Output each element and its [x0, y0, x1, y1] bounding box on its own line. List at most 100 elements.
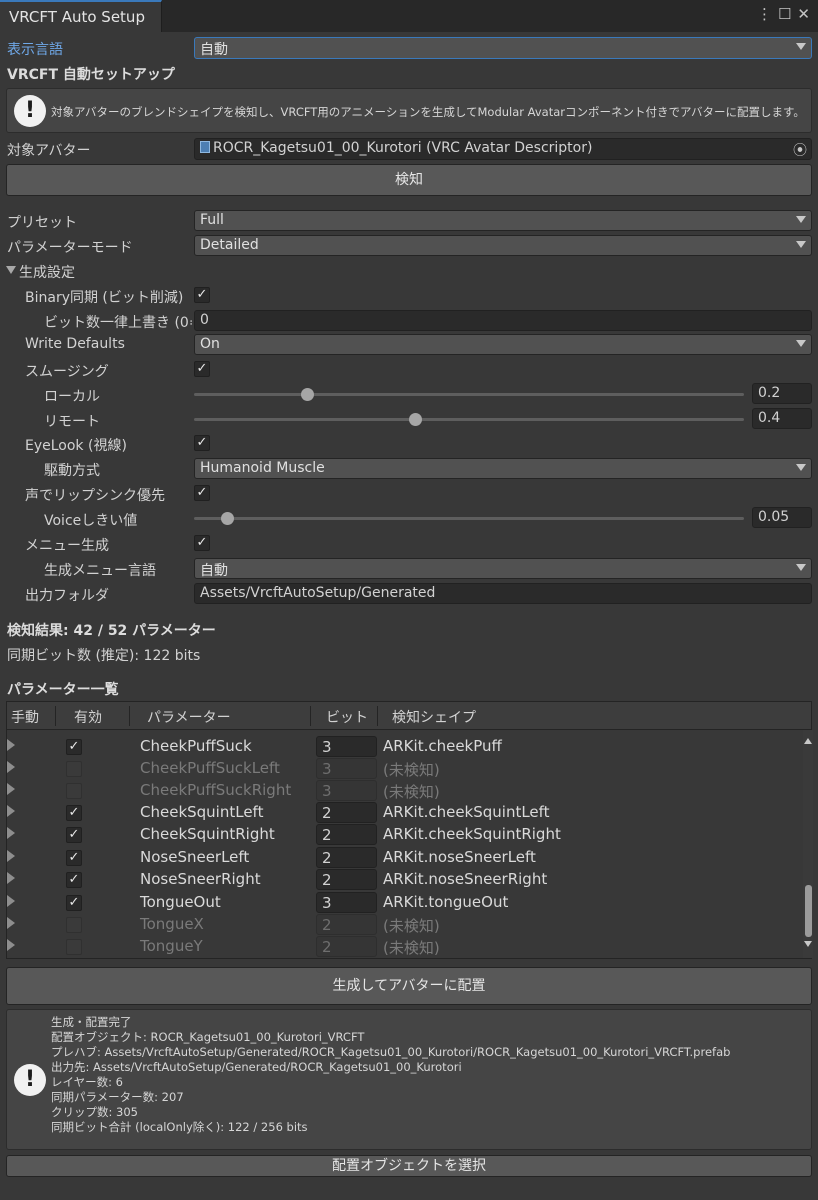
- menu-lang-dropdown[interactable]: 自動: [194, 558, 812, 579]
- row-detected-shape: ARKit.noseSneerRight: [383, 870, 548, 888]
- row-bits-field[interactable]: 3: [316, 736, 377, 757]
- log-line: 配置オブジェクト: ROCR_Kagetsu01_00_Kurotori_VRC…: [51, 1030, 365, 1044]
- row-bits-field[interactable]: 2: [316, 847, 377, 868]
- select-placed-object-button[interactable]: 配置オブジェクトを選択: [6, 1155, 812, 1177]
- row-enabled-checkbox[interactable]: ✓: [66, 895, 82, 911]
- remote-slider-track[interactable]: [194, 418, 744, 421]
- table-row[interactable]: TongueX 2 (未検知): [7, 914, 803, 936]
- row-bits-field[interactable]: 2: [316, 824, 377, 845]
- column-header-parameter[interactable]: パラメーター: [147, 707, 231, 727]
- row-detected-shape: (未検知): [383, 783, 440, 801]
- column-header-manual[interactable]: 手動: [11, 707, 39, 727]
- row-bits-field[interactable]: 2: [316, 914, 377, 935]
- column-divider[interactable]: [129, 706, 130, 726]
- row-bits-field[interactable]: 3: [316, 758, 377, 779]
- bit-override-field[interactable]: 0: [194, 310, 812, 331]
- row-enabled-checkbox[interactable]: ✓: [66, 805, 82, 821]
- row-bits-field[interactable]: 3: [316, 780, 377, 801]
- scroll-up-icon[interactable]: [804, 738, 812, 744]
- row-parameter-name: TongueX: [140, 915, 204, 933]
- row-enabled-checkbox[interactable]: ✓: [66, 739, 82, 755]
- remote-label: リモート: [44, 414, 100, 430]
- row-expand-icon[interactable]: [7, 761, 15, 773]
- row-enabled-checkbox[interactable]: ✓: [66, 872, 82, 888]
- column-divider[interactable]: [310, 706, 311, 726]
- row-bits-field[interactable]: 2: [316, 802, 377, 823]
- remote-slider-thumb[interactable]: [408, 413, 422, 426]
- table-row[interactable]: ✓ CheekSquintLeft 2 ARKit.cheekSquintLef…: [7, 802, 803, 824]
- table-row[interactable]: CheekPuffSuckLeft 3 (未検知): [7, 758, 803, 780]
- row-enabled-checkbox[interactable]: ✓: [66, 850, 82, 866]
- avatar-field[interactable]: ROCR_Kagetsu01_00_Kurotori (VRC Avatar D…: [194, 138, 812, 160]
- foldout-expanded-icon[interactable]: [6, 266, 16, 274]
- table-row[interactable]: ✓ CheekPuffSuck 3 ARKit.cheekPuff: [7, 736, 803, 758]
- menu-icon[interactable]: ⋮: [757, 5, 772, 23]
- row-expand-icon[interactable]: [7, 827, 15, 839]
- row-enabled-checkbox[interactable]: [66, 939, 82, 955]
- column-header-enabled[interactable]: 有効: [74, 707, 102, 727]
- chevron-down-icon: [796, 340, 806, 347]
- table-row[interactable]: ✓ NoseSneerRight 2 ARKit.noseSneerRight: [7, 869, 803, 891]
- table-row[interactable]: CheekPuffSuckRight 3 (未検知): [7, 780, 803, 802]
- row-detected-shape: ARKit.cheekSquintRight: [383, 825, 561, 843]
- output-folder-field[interactable]: Assets/VrcftAutoSetup/Generated: [194, 583, 812, 604]
- table-row[interactable]: ✓ NoseSneerLeft 2 ARKit.noseSneerLeft: [7, 847, 803, 869]
- row-enabled-checkbox[interactable]: [66, 761, 82, 777]
- row-expand-icon[interactable]: [7, 939, 15, 951]
- row-enabled-checkbox[interactable]: [66, 917, 82, 933]
- page-title: VRCFT 自動セットアップ: [7, 67, 175, 83]
- voice-threshold-value-field[interactable]: 0.05: [752, 507, 812, 528]
- scrollbar-thumb[interactable]: [805, 885, 812, 937]
- binary-sync-checkbox[interactable]: ✓: [194, 287, 210, 303]
- row-expand-icon[interactable]: [7, 917, 15, 929]
- row-expand-icon[interactable]: [7, 850, 15, 862]
- eyelook-checkbox[interactable]: ✓: [194, 435, 210, 451]
- local-slider-track[interactable]: [194, 393, 744, 396]
- menu-gen-checkbox[interactable]: ✓: [194, 535, 210, 551]
- local-slider-thumb[interactable]: [301, 388, 315, 401]
- maximize-icon[interactable]: ☐: [778, 5, 791, 23]
- column-header-shape[interactable]: 検知シェイプ: [392, 707, 476, 727]
- object-picker-icon[interactable]: ⦿: [793, 140, 807, 159]
- voice-threshold-slider-track[interactable]: [194, 517, 744, 520]
- remote-value-field[interactable]: 0.4: [752, 408, 812, 429]
- row-expand-icon[interactable]: [7, 783, 15, 795]
- row-expand-icon[interactable]: [7, 895, 15, 907]
- table-row[interactable]: ✓ CheekSquintRight 2 ARKit.cheekSquintRi…: [7, 824, 803, 846]
- local-label: ローカル: [44, 389, 100, 405]
- row-expand-icon[interactable]: [7, 805, 15, 817]
- voice-threshold-slider-thumb[interactable]: [220, 512, 234, 525]
- column-divider[interactable]: [377, 706, 378, 726]
- detect-button[interactable]: 検知: [6, 164, 812, 196]
- row-bits-field[interactable]: 2: [316, 936, 377, 957]
- smoothing-checkbox[interactable]: ✓: [194, 361, 210, 377]
- window-controls: ⋮ ☐ ✕: [757, 5, 810, 23]
- generate-button[interactable]: 生成してアバターに配置: [6, 967, 812, 1005]
- column-divider[interactable]: [55, 706, 56, 726]
- row-enabled-checkbox[interactable]: ✓: [66, 827, 82, 843]
- gen-settings-foldout[interactable]: 生成設定: [19, 262, 75, 282]
- row-detected-shape: ARKit.tongueOut: [383, 893, 509, 911]
- row-expand-icon[interactable]: [7, 739, 15, 751]
- drive-mode-dropdown[interactable]: Humanoid Muscle: [194, 458, 812, 479]
- param-list-title: パラメーター一覧: [7, 682, 119, 698]
- scroll-down-icon[interactable]: [804, 941, 812, 947]
- language-label: 表示言語: [7, 42, 63, 58]
- table-row[interactable]: TongueY 2 (未検知): [7, 936, 803, 958]
- preset-dropdown[interactable]: Full: [194, 210, 812, 231]
- menu-gen-label: メニュー生成: [25, 538, 109, 554]
- voice-lipsync-checkbox[interactable]: ✓: [194, 485, 210, 501]
- column-header-bits[interactable]: ビット: [326, 707, 368, 727]
- write-defaults-dropdown[interactable]: On: [194, 334, 812, 355]
- row-expand-icon[interactable]: [7, 872, 15, 884]
- row-bits-field[interactable]: 2: [316, 869, 377, 890]
- param-mode-dropdown[interactable]: Detailed: [194, 235, 812, 256]
- local-value-field[interactable]: 0.2: [752, 383, 812, 404]
- row-enabled-checkbox[interactable]: [66, 783, 82, 799]
- table-row[interactable]: ✓ TongueOut 3 ARKit.tongueOut: [7, 892, 803, 914]
- language-dropdown[interactable]: 自動: [194, 37, 812, 59]
- tab-vrcft-auto-setup[interactable]: VRCFT Auto Setup: [0, 0, 162, 32]
- close-icon[interactable]: ✕: [797, 5, 810, 23]
- row-parameter-name: NoseSneerLeft: [140, 848, 250, 866]
- row-bits-field[interactable]: 3: [316, 892, 377, 913]
